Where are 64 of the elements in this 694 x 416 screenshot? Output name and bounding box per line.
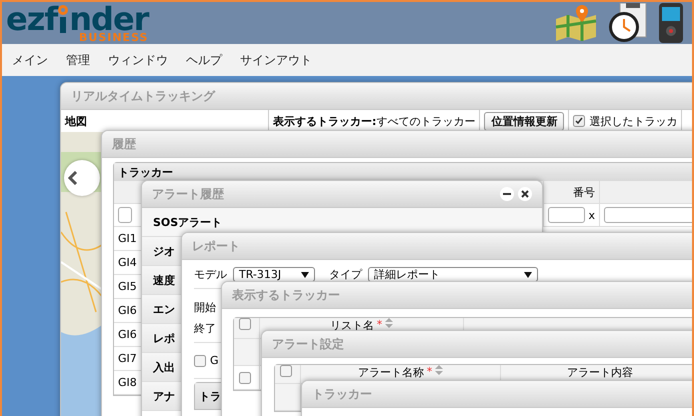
menu-item[interactable]: メイン: [4, 52, 56, 68]
type-label: タイプ: [329, 267, 362, 282]
minimize-icon[interactable]: [500, 187, 514, 201]
menu-item[interactable]: ウィンドウ: [100, 52, 176, 68]
window-title: レポート: [192, 238, 240, 254]
panel-title: トラッカー: [118, 164, 173, 180]
table-cell: GI1: [118, 232, 137, 245]
alert-type-item[interactable]: エン: [142, 295, 182, 324]
filter-field[interactable]: [118, 207, 132, 223]
clear-button[interactable]: x: [588, 208, 595, 222]
window-title: アラート設定: [272, 336, 344, 352]
caret-icon: [524, 272, 532, 278]
table-cell: GI6: [118, 304, 137, 317]
column-header[interactable]: アラート名称: [358, 365, 424, 380]
table-cell: GI5: [118, 280, 137, 293]
column-header[interactable]: アラート内容: [567, 365, 633, 380]
model-select[interactable]: TR-313J: [233, 267, 315, 282]
alert-type-item[interactable]: アナ: [142, 382, 182, 411]
alert-type-item[interactable]: 速度: [142, 266, 182, 295]
checkbox[interactable]: [573, 115, 586, 127]
checkbox[interactable]: [280, 365, 292, 377]
window-title: アラート履歴: [152, 186, 224, 202]
window-title: トラッカー: [312, 386, 372, 402]
tracker-label: 表示するトラッカー:: [273, 114, 376, 128]
required-mark: *: [426, 365, 432, 378]
table-cell: GI6: [118, 328, 137, 341]
window-title: リアルタイムトラッキング: [71, 88, 215, 104]
menu-item[interactable]: 管理: [58, 52, 98, 68]
table-cell: GI4: [118, 256, 137, 269]
checkbox-label: 選択したトラッカ: [589, 114, 678, 128]
map-tab[interactable]: 地図: [65, 114, 87, 128]
type-select[interactable]: 詳細レポート: [368, 267, 538, 282]
alert-type-item[interactable]: レポ: [142, 324, 182, 353]
map-icon[interactable]: [554, 5, 598, 41]
start-date-label: 開始: [194, 300, 216, 315]
panel-title: トラ: [199, 388, 221, 404]
caret-icon: [301, 272, 309, 278]
column-header[interactable]: 番号: [573, 184, 595, 200]
pin-icon: [57, 5, 70, 33]
window-title: 履歴: [112, 136, 136, 152]
checkbox[interactable]: [238, 318, 250, 330]
chevron-left-icon: [68, 171, 78, 185]
table-cell: GI8: [118, 376, 137, 389]
device-icon[interactable]: [658, 3, 684, 43]
alert-type-item[interactable]: ジオ: [142, 237, 182, 266]
menu-item[interactable]: サインアウト: [232, 52, 320, 68]
refresh-button[interactable]: 位置情報更新: [484, 112, 564, 130]
sort-icon[interactable]: [385, 318, 394, 328]
alert-type-item[interactable]: 入出: [142, 353, 182, 382]
close-icon[interactable]: [518, 187, 532, 201]
sort-icon[interactable]: [435, 365, 444, 375]
checkbox[interactable]: [194, 354, 206, 366]
model-label: モデル: [194, 267, 227, 282]
menu-item[interactable]: ヘルプ: [178, 52, 230, 68]
required-mark: *: [376, 318, 382, 331]
checkbox[interactable]: [238, 372, 250, 384]
column-header[interactable]: リスト名: [330, 318, 374, 333]
window-title: 表示するトラッカー: [232, 286, 340, 304]
filter-field[interactable]: [548, 207, 586, 223]
table-cell: GI7: [118, 352, 137, 365]
filter-field[interactable]: [604, 207, 692, 223]
checkbox-label: G: [210, 354, 219, 367]
end-date-label: 終了: [194, 321, 216, 336]
tracker-value[interactable]: すべてのトラッカー: [376, 114, 476, 128]
